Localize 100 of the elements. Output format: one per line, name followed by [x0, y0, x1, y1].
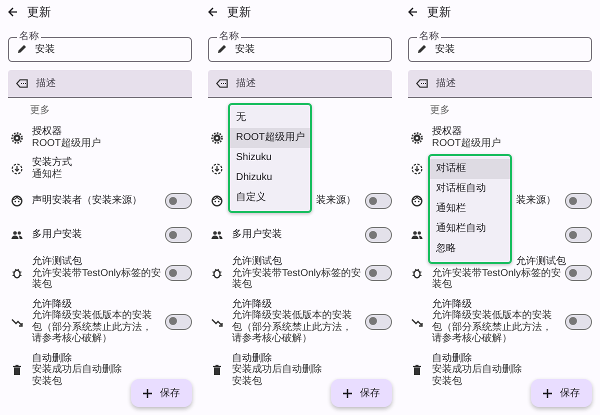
setting-description: ROOT超级用户 [32, 138, 101, 149]
setting-title: 装来源） [316, 195, 356, 207]
menu-item[interactable]: Dhizuku [230, 168, 310, 188]
pencil-icon [217, 44, 227, 54]
face-icon [411, 195, 423, 207]
setting-description: 安装成功后自动删除安装包 [32, 364, 123, 387]
setting-description: 允许安装带TestOnly标签的安装包 [32, 268, 161, 290]
toggle-switch[interactable] [165, 227, 192, 243]
setting-title: 允许降级 [32, 298, 72, 310]
description-field[interactable]: 描述 [236, 78, 384, 89]
page-title: 更新 [427, 4, 451, 20]
menu-item[interactable]: 自定义 [230, 188, 310, 208]
gear-icon [11, 132, 23, 144]
menu-item[interactable]: ROOT超级用户 [230, 128, 310, 148]
trash-icon [11, 364, 23, 376]
plus-icon [543, 388, 552, 398]
description-field[interactable]: 描述 [8, 70, 192, 98]
download-icon [11, 162, 23, 174]
setting-description: 通知栏 [32, 168, 62, 180]
trash-icon [411, 364, 423, 376]
bug-icon [411, 267, 423, 280]
setting-title: 授权器 [32, 126, 62, 138]
toggle-switch[interactable] [165, 193, 192, 209]
setting-title: 多用户安装 [232, 229, 282, 241]
name-field[interactable]: 名称 安装 [408, 32, 592, 62]
label-icon [416, 79, 428, 88]
toggle-switch[interactable] [365, 265, 392, 282]
gear-icon [411, 132, 423, 144]
toggle-switch[interactable] [165, 314, 192, 330]
toggle-switch[interactable] [565, 265, 592, 282]
setting-title: 安装方式 [32, 157, 72, 168]
toggle-switch[interactable] [365, 227, 392, 243]
setting-description: 允许降级安装低版本的安装包（部分系统禁止此方法，请参考核心破解） [232, 310, 353, 344]
name-field[interactable]: 名称 安装 [8, 32, 192, 62]
download-icon [411, 162, 423, 174]
save-button[interactable]: 保存 [131, 379, 192, 407]
people-icon [11, 229, 23, 241]
bug-icon [211, 267, 223, 280]
setting-title: 装来源） [516, 195, 556, 207]
toggle-switch[interactable] [565, 193, 592, 209]
setting-description: 安装成功后自动删除安装包 [432, 364, 523, 387]
toggle-switch[interactable] [165, 265, 192, 282]
setting-title: 允许降级 [232, 298, 272, 310]
description-field[interactable]: 描述 [408, 70, 592, 98]
setting-description: 允许安装带TestOnly标签的安装包 [432, 268, 561, 290]
section-header: 更多 [430, 104, 450, 117]
setting-title: 允许降级 [432, 298, 472, 310]
menu-item[interactable]: 无 [230, 108, 310, 128]
name-field[interactable]: 名称 安装 [208, 32, 392, 62]
menu-item[interactable]: 通知栏自动 [430, 218, 510, 238]
page-title: 更新 [227, 4, 251, 20]
setting-title: 允许测试包 [32, 256, 82, 268]
description-field[interactable]: 描述 [36, 78, 184, 89]
label-icon [16, 79, 28, 88]
bug-icon [11, 267, 23, 280]
face-icon [211, 195, 223, 207]
field-label: 名称 [218, 32, 240, 42]
description-field[interactable]: 描述 [208, 70, 392, 98]
setting-description: 允许降级安装低版本的安装包（部分系统禁止此方法，请参考核心破解） [32, 310, 153, 344]
menu-item[interactable]: 对话框自动 [430, 178, 510, 198]
plus-icon [143, 388, 152, 398]
people-icon [211, 229, 223, 241]
setting-title: 声明安装者（安装来源） [32, 195, 142, 207]
trash-icon [211, 364, 223, 376]
menu-item[interactable]: 忽略 [430, 238, 510, 258]
pencil-icon [417, 44, 427, 54]
setting-title: 允许测试包 [516, 256, 566, 268]
toggle-switch[interactable] [365, 314, 392, 330]
menu-item[interactable]: Shizuku [230, 148, 310, 168]
setting-description: 安装成功后自动删除安装包 [232, 364, 323, 387]
field-label: 名称 [18, 32, 40, 42]
toggle-switch[interactable] [565, 314, 592, 330]
people-icon [411, 229, 423, 241]
download-icon [211, 162, 223, 174]
menu-item[interactable]: 对话框 [430, 158, 510, 178]
menu-item[interactable]: 通知栏 [430, 198, 510, 218]
toggle-switch[interactable] [365, 193, 392, 209]
setting-title: 自动删除 [432, 352, 472, 364]
back-icon[interactable] [8, 7, 18, 17]
name-field[interactable]: 安装 [235, 44, 383, 54]
plus-icon [343, 388, 352, 398]
field-label: 名称 [418, 32, 440, 42]
save-button[interactable]: 保存 [531, 379, 592, 407]
setting-title: 允许测试包 [232, 256, 282, 268]
gear-icon [211, 132, 223, 144]
setting-title: 多用户安装 [32, 229, 82, 241]
name-field[interactable]: 安装 [35, 44, 183, 54]
name-field[interactable]: 安装 [435, 44, 583, 54]
back-icon[interactable] [208, 7, 218, 17]
setting-title: 授权器 [432, 126, 462, 138]
description-field[interactable]: 描述 [436, 78, 584, 89]
setting-description: ROOT超级用户 [432, 138, 501, 149]
setting-description: 允许安装带TestOnly标签的安装包 [232, 268, 361, 290]
pencil-icon [17, 44, 27, 54]
toggle-switch[interactable] [565, 227, 592, 243]
setting-description: 允许降级安装低版本的安装包（部分系统禁止此方法，请参考核心破解） [432, 310, 553, 344]
back-icon[interactable] [408, 7, 418, 17]
save-button[interactable]: 保存 [331, 379, 392, 407]
label-icon [216, 79, 228, 88]
face-icon [11, 195, 23, 207]
